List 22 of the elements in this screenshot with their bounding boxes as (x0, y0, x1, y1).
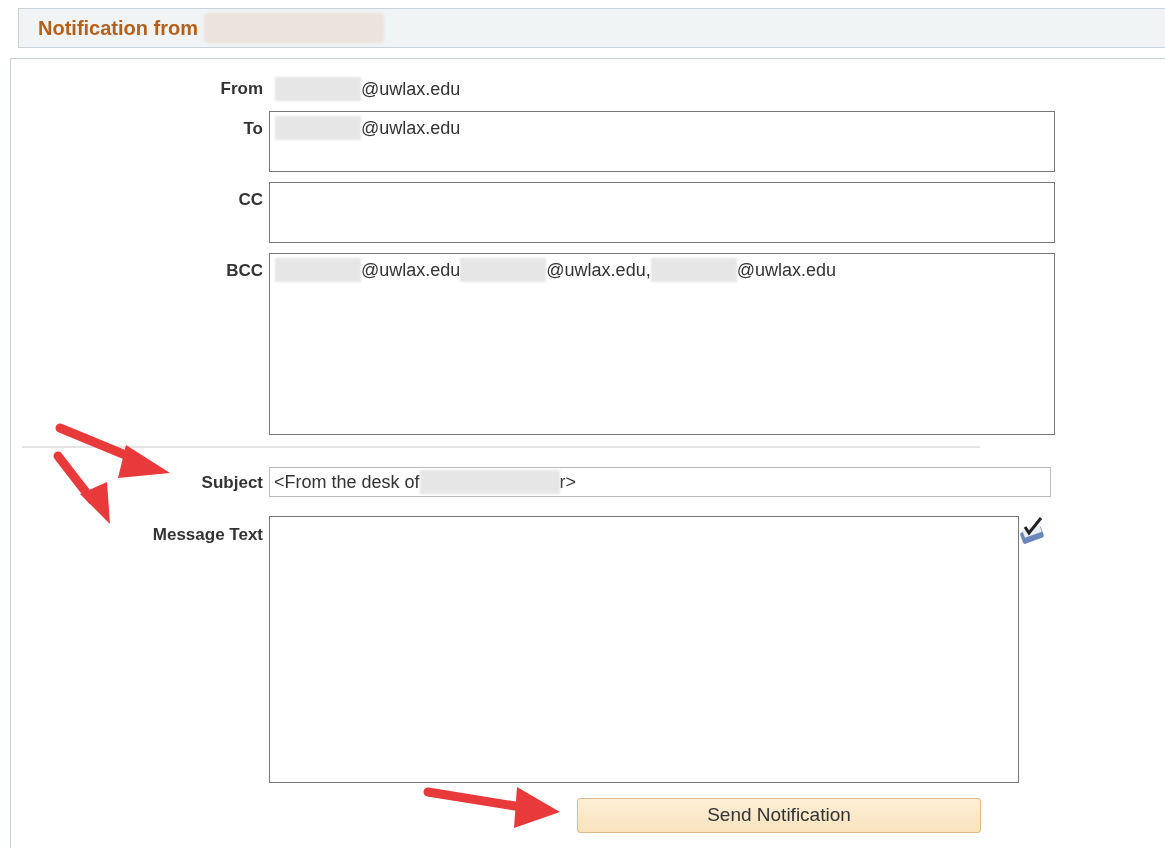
field-label: Message Text (152, 524, 263, 546)
email-address: @uwlax.edu, (546, 259, 651, 280)
field-label: From (220, 78, 263, 100)
email-address: @uwlax.edu (736, 259, 836, 280)
address-field[interactable] (269, 182, 1055, 243)
field-label: BCC (226, 260, 263, 282)
message-field[interactable] (269, 516, 1019, 783)
email-address: @uwlax.edu (361, 117, 461, 138)
send-notification-button[interactable]: Send Notification (577, 798, 981, 833)
spell-check-icon[interactable] (1019, 515, 1047, 545)
field-label: To (243, 118, 263, 140)
arrow-icon (423, 787, 560, 828)
email-address: @uwlax.edu (361, 78, 461, 99)
address-field[interactable]: @uwlax.edu (269, 111, 1055, 172)
field-label: CC (238, 189, 263, 211)
address-field[interactable]: @uwlax.edu @uwlax.edu, @uwlax.edu (269, 253, 1055, 435)
subject-text: r> (559, 470, 577, 494)
field-label: Subject (201, 472, 263, 494)
subject-field[interactable]: <From the desk of r> (269, 467, 1051, 497)
email-address: @uwlax.edu (361, 259, 461, 280)
notification-title: Notification from (38, 16, 198, 41)
subject-text: <From the desk of (274, 470, 420, 494)
